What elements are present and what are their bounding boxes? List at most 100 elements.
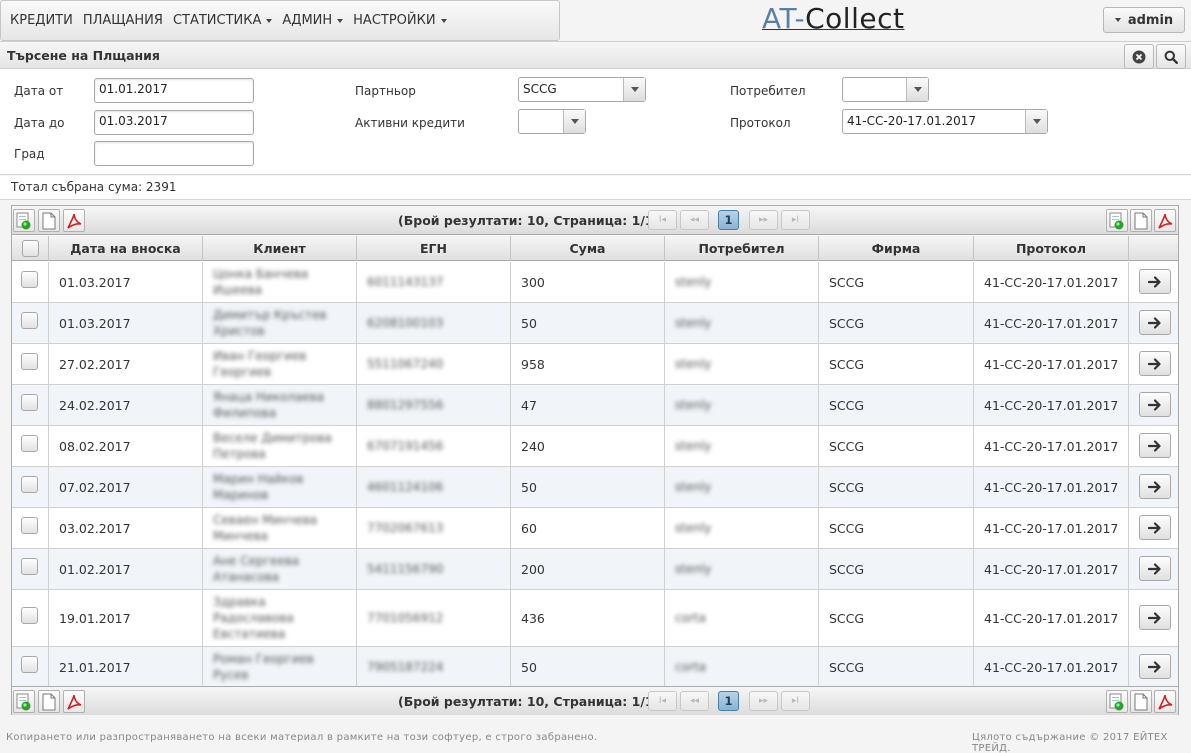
nav-item-3[interactable]: АДМИН (277, 13, 348, 28)
open-payment-button[interactable] (1139, 474, 1171, 499)
column-header[interactable]: Дата на вноска (49, 236, 203, 261)
column-header[interactable]: ЕГН (357, 236, 511, 261)
chevron-down-icon[interactable] (623, 78, 645, 101)
row-select-cell (12, 262, 49, 302)
cell-egn-value: 7701056912 (367, 611, 444, 625)
column-header[interactable]: Клиент (203, 236, 357, 261)
open-payment-button[interactable] (1139, 556, 1171, 581)
row-checkbox[interactable] (21, 656, 38, 673)
partner-select[interactable]: SCCG (518, 77, 646, 102)
pager-prev-button[interactable]: ◂◂ (680, 210, 709, 230)
clear-button[interactable] (1124, 44, 1154, 69)
date-to-input[interactable]: 01.03.2017 (94, 110, 254, 135)
column-header[interactable]: Потребител (665, 236, 819, 261)
csv-export-icon (42, 212, 56, 230)
column-header[interactable]: Фирма (819, 236, 974, 261)
cell-amount: 50 (511, 303, 665, 343)
row-checkbox[interactable] (21, 312, 38, 329)
excel-export-button[interactable] (13, 209, 35, 232)
city-input[interactable] (94, 141, 254, 166)
chevron-down-icon[interactable] (563, 110, 585, 133)
cell-firm-value: SCCG (829, 397, 865, 413)
pdf-export-button[interactable] (63, 209, 85, 232)
cell-egn-value: 6208100103 (367, 316, 444, 330)
cell-user: corta (665, 590, 819, 646)
excel-export-button[interactable] (1106, 690, 1128, 713)
nav-item-2[interactable]: СТАТИСТИКА (168, 13, 277, 28)
search-panel-title: Търсене на Плщания (7, 48, 160, 63)
nav-item-0[interactable]: КРЕДИТИ (5, 13, 78, 28)
pager-last-button[interactable]: ▸I (781, 691, 810, 711)
select-all-checkbox[interactable] (21, 240, 39, 257)
open-payment-button[interactable] (1139, 515, 1171, 540)
grid-header: Дата на вноска Клиент ЕГН Сума Потребител Фир… (12, 236, 1178, 261)
pager-last-button[interactable]: ▸I (781, 210, 810, 230)
user-menu-button[interactable]: admin (1103, 7, 1185, 33)
chevron-down-icon[interactable] (1025, 110, 1047, 133)
open-payment-button[interactable] (1139, 392, 1171, 417)
excel-export-button[interactable] (1106, 209, 1128, 232)
open-payment-button[interactable] (1139, 351, 1171, 376)
pdf-export-button[interactable] (63, 690, 85, 713)
date-to-label: Дата до (14, 116, 65, 130)
row-checkbox[interactable] (21, 558, 38, 575)
date-from-input[interactable]: 01.01.2017 (94, 78, 254, 103)
pager-next-button[interactable]: ▸▸ (749, 691, 778, 711)
cell-egn-value: 5411156790 (367, 562, 444, 576)
cell-protocol-value: 41-CC-20-17.01.2017 (984, 274, 1119, 290)
open-payment-button[interactable] (1139, 654, 1171, 679)
open-payment-button[interactable] (1139, 605, 1171, 630)
cell-client: Марин Найков Маринов (203, 467, 357, 507)
csv-export-button[interactable] (1130, 209, 1152, 232)
pager-info: (Брой резултати: 10, Страница: 1/1) (398, 694, 660, 709)
open-payment-button[interactable] (1139, 433, 1171, 458)
row-checkbox[interactable] (21, 517, 38, 534)
search-button[interactable] (1156, 44, 1186, 69)
excel-export-icon (16, 693, 32, 711)
pager-first-button[interactable]: I◂ (648, 210, 677, 230)
cell-amount-value: 240 (521, 438, 545, 454)
pager-current-page[interactable]: 1 (718, 691, 739, 711)
row-checkbox[interactable] (21, 607, 38, 624)
pdf-export-button[interactable] (1154, 209, 1176, 232)
table-row: 08.02.2017 Веселе Димитрова Петрова 670719… (12, 426, 1178, 467)
column-header[interactable]: Протокол (974, 236, 1129, 261)
pdf-export-button[interactable] (1154, 690, 1176, 713)
row-action-cell (1129, 385, 1178, 425)
cell-date: 08.02.2017 (49, 426, 203, 466)
pager-current-page[interactable]: 1 (718, 210, 739, 230)
row-checkbox[interactable] (21, 476, 38, 493)
cell-egn: 6011143137 (357, 262, 511, 302)
row-checkbox[interactable] (21, 353, 38, 370)
row-select-cell (12, 590, 49, 646)
cell-user: stenly (665, 303, 819, 343)
nav-item-1[interactable]: ПЛАЩАНИЯ (78, 13, 168, 28)
cell-protocol: 41-CC-20-17.01.2017 (974, 303, 1129, 343)
protocol-select[interactable]: 41-CC-20-17.01.2017 (842, 109, 1048, 134)
nav-item-4[interactable]: НАСТРОЙКИ (348, 13, 451, 28)
column-header[interactable]: Сума (511, 236, 665, 261)
arrow-right-icon (1148, 398, 1162, 411)
cell-egn: 7702067613 (357, 508, 511, 548)
pager-next-button[interactable]: ▸▸ (749, 210, 778, 230)
pager-info: (Брой резултати: 10, Страница: 1/1) (398, 213, 660, 228)
chevron-down-icon[interactable] (906, 78, 928, 101)
cell-egn-value: 8801297556 (367, 398, 444, 412)
user-filter-select[interactable] (842, 77, 929, 102)
nav-item-label: НАСТРОЙКИ (353, 13, 436, 28)
csv-export-button[interactable] (1130, 690, 1152, 713)
open-payment-button[interactable] (1139, 310, 1171, 335)
cell-firm-value: SCCG (829, 561, 865, 577)
cell-date: 24.02.2017 (49, 385, 203, 425)
csv-export-button[interactable] (38, 209, 60, 232)
csv-export-icon (42, 693, 56, 711)
csv-export-button[interactable] (38, 690, 60, 713)
pager-prev-button[interactable]: ◂◂ (680, 691, 709, 711)
row-checkbox[interactable] (21, 394, 38, 411)
pager-first-button[interactable]: I◂ (648, 691, 677, 711)
active-credits-select[interactable] (518, 109, 586, 134)
row-checkbox[interactable] (21, 435, 38, 452)
open-payment-button[interactable] (1139, 269, 1171, 294)
excel-export-button[interactable] (13, 690, 35, 713)
row-checkbox[interactable] (21, 271, 38, 288)
